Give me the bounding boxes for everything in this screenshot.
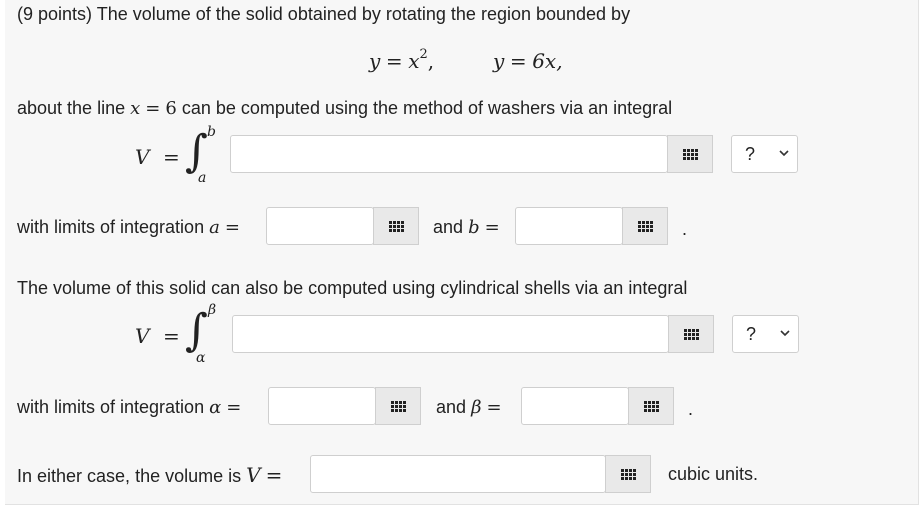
washers-upper-limit: b [207,124,216,140]
eq2-lhs: y [493,49,505,73]
result-volume-input[interactable] [310,455,606,493]
about-x: x [130,98,141,119]
shells-integrand-input[interactable] [232,315,669,353]
eq1-lhs: y [369,49,381,73]
shells-beta-palette-button[interactable] [628,387,674,425]
washers-differential-value: ? [745,143,756,164]
equation-y-equals-6x: y = 6x, [493,49,563,74]
washers-a-label: a [209,217,220,238]
shells-alpha-palette-button[interactable] [375,387,421,425]
washers-lower-limit: a [198,170,207,186]
shells-alpha-label: α [209,397,222,418]
shells-beta-equals: = [486,397,502,418]
washers-integrand-palette-button[interactable] [667,135,713,173]
grid-palette-icon [620,468,636,480]
shells-integrand-palette-button[interactable] [668,315,714,353]
washers-b-palette-button[interactable] [622,207,668,245]
shells-alpha-equals: = [226,397,242,418]
washers-b-text: and b = [433,217,500,238]
eq1-equals: = [385,49,403,73]
chevron-down-icon [780,330,790,337]
grid-palette-icon [682,148,698,160]
eq1-comma: , [427,49,435,73]
washers-a-equals: = [224,217,240,238]
grid-palette-icon [643,400,659,412]
washers-limits-text: with limits of integration a = [17,217,240,238]
question-panel: (9 points) The volume of the solid obtai… [5,0,919,505]
grid-palette-icon [637,220,653,232]
equation-y-equals-x-squared: y = x2, [369,47,435,74]
eq2-rhs: 6x, [532,49,563,73]
about-line-pre: about the line [17,98,126,118]
washers-a-palette-button[interactable] [373,207,419,245]
about-line-post: can be computed using the method of wash… [181,98,673,118]
shells-lower-limit: α [196,350,206,366]
about-line-sentence: about the line x = 6 can be computed usi… [17,98,672,119]
shells-limits-text: with limits of integration α = [17,397,241,418]
shells-period: . [688,399,694,419]
result-V-label: V [246,463,261,487]
shells-integral-sign: ∫ [185,305,208,356]
shells-intro: The volume of this solid can also be com… [17,278,688,298]
washers-integrand-input[interactable] [230,135,668,173]
result-units: cubic units. [668,464,759,484]
shells-beta-input[interactable] [521,387,629,425]
shells-differential-select[interactable]: ? [732,315,799,353]
result-palette-button[interactable] [605,455,651,493]
grid-palette-icon [683,328,699,340]
chevron-down-icon [779,150,789,157]
about-equals: = [145,98,161,119]
shells-upper-limit: β [208,302,217,318]
washers-a-input[interactable] [266,207,374,245]
eq2-equals: = [509,49,527,73]
washers-limits-label: with limits of integration [17,217,205,237]
shells-limits-label: with limits of integration [17,397,205,417]
washers-and: and [433,217,464,237]
shells-beta-text: and β = [436,397,502,418]
question-intro: (9 points) The volume of the solid obtai… [17,4,631,24]
washers-differential-select[interactable]: ? [731,135,798,173]
result-equals: = [265,463,283,487]
washers-period: . [682,219,688,239]
grid-palette-icon [390,400,406,412]
washers-b-input[interactable] [515,207,623,245]
shells-alpha-input[interactable] [268,387,376,425]
shells-V-label: V [135,324,150,348]
eq1-rhs: x [408,49,420,73]
washers-V-label: V [135,145,150,169]
shells-differential-value: ? [746,323,757,344]
shells-equals: = [163,324,180,348]
eq1-exponent: 2 [419,47,428,63]
washers-b-equals: = [484,217,500,238]
result-text: In either case, the volume is V = [17,463,282,487]
washers-b-label: b [468,217,480,238]
result-label: In either case, the volume is [17,466,242,486]
about-value: 6 [165,98,177,119]
shells-beta-label: β [471,397,482,418]
shells-and: and [436,397,467,417]
washers-equals: = [163,145,180,169]
grid-palette-icon [388,220,404,232]
